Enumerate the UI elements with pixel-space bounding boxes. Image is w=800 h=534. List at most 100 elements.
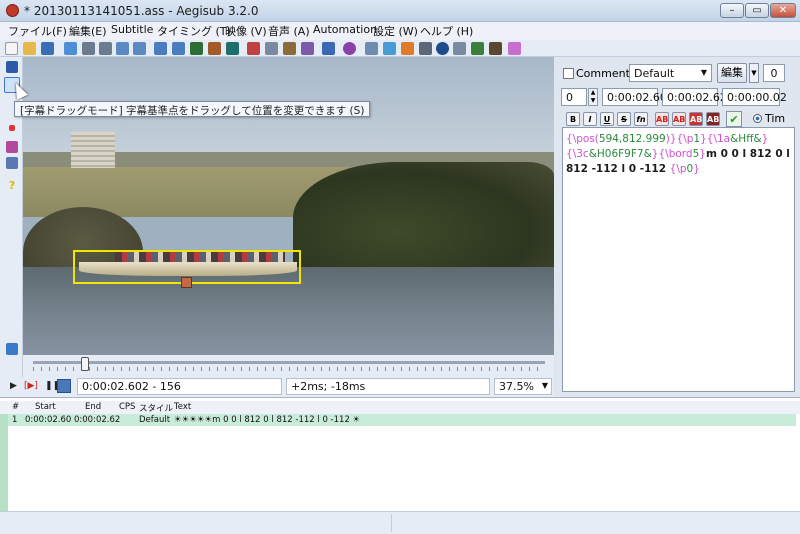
comment-label: Comment bbox=[576, 67, 630, 80]
subtitle-text-part: } bbox=[699, 148, 706, 160]
scale-tool-icon[interactable] bbox=[6, 141, 18, 153]
seek-track bbox=[33, 361, 545, 364]
subtitle-text-part: { bbox=[566, 133, 573, 145]
main-toolbar bbox=[0, 40, 800, 57]
resample-icon[interactable] bbox=[226, 42, 239, 55]
style-dropdown-button[interactable]: ▼ bbox=[749, 63, 759, 83]
chevron-down-icon: ▼ bbox=[700, 68, 707, 77]
shadow-color-button[interactable]: AB bbox=[706, 112, 720, 126]
audio-icon[interactable] bbox=[6, 343, 18, 355]
zoom-select[interactable]: 37.5% ▼ bbox=[494, 378, 552, 395]
stop-icon[interactable] bbox=[419, 42, 432, 55]
time-radio[interactable] bbox=[753, 114, 762, 123]
new-file-icon[interactable] bbox=[5, 42, 18, 55]
spellcheck-icon[interactable] bbox=[247, 42, 260, 55]
maximize-button[interactable]: ▭ bbox=[745, 3, 769, 18]
table-row[interactable]: 1 0:00:02.60 0:00:02.62 Default ☀☀☀☀☀m 0… bbox=[8, 414, 796, 426]
outline-color-button[interactable]: AB bbox=[689, 112, 703, 126]
subtitle-text-part: }{ bbox=[669, 133, 684, 145]
standard-tool-icon[interactable] bbox=[6, 61, 18, 73]
check-list-icon[interactable] bbox=[471, 42, 484, 55]
menu-audio[interactable]: 音声 (A) bbox=[268, 23, 310, 39]
video-details-icon[interactable] bbox=[365, 42, 378, 55]
strikeout-button[interactable]: S bbox=[617, 112, 631, 126]
menu-subtitle[interactable]: Subtitle bbox=[111, 23, 153, 36]
primary-color-button[interactable]: AB bbox=[655, 112, 669, 126]
italic-button[interactable]: I bbox=[583, 112, 597, 126]
automation-icon[interactable] bbox=[301, 42, 314, 55]
close-button[interactable]: ✕ bbox=[770, 3, 796, 18]
autoscroll-icon[interactable] bbox=[57, 379, 71, 393]
properties-icon[interactable] bbox=[172, 42, 185, 55]
duration-field[interactable]: 0:00:00.02 bbox=[722, 88, 787, 106]
bold-button[interactable]: B bbox=[566, 112, 580, 126]
play-line-icon[interactable]: [▶] bbox=[24, 381, 38, 391]
status-pane-right bbox=[394, 514, 798, 532]
col-header-cps: CPS bbox=[119, 402, 136, 412]
font-button[interactable]: fn bbox=[634, 112, 648, 126]
row-indicator-column bbox=[0, 414, 8, 511]
grid-header: # Start End CPS スタイル Text bbox=[0, 401, 800, 414]
menu-automation[interactable]: Automation bbox=[313, 23, 377, 36]
help-question-icon[interactable]: ? bbox=[6, 179, 18, 192]
style-select[interactable]: Default ▼ bbox=[629, 64, 712, 82]
layer-spin-button[interactable]: ▲ ▼ bbox=[588, 88, 598, 106]
open-file-icon[interactable] bbox=[23, 42, 36, 55]
subtitle-text-part: } bbox=[693, 163, 700, 175]
jump-video-icon[interactable] bbox=[64, 42, 77, 55]
row-end: 0:00:02.62 bbox=[74, 415, 121, 425]
subtitle-text-editor[interactable]: {\pos(594,812.999)}{\p1}{\1a&Hff&}{\3c&H… bbox=[562, 127, 795, 392]
menu-timing[interactable]: タイミング (T) bbox=[157, 23, 231, 39]
find-icon[interactable] bbox=[82, 42, 95, 55]
status-bar bbox=[0, 511, 800, 534]
subtitle-text-part: &H06F9F7& bbox=[588, 148, 652, 160]
paste-icon[interactable] bbox=[133, 42, 146, 55]
rotate-z-icon[interactable] bbox=[9, 125, 15, 131]
menu-edit[interactable]: 編集(E) bbox=[69, 23, 107, 39]
playback-controls: ▶ [▶] ❚❚ 0:00:02.602 - 156 +2ms; -18ms 3… bbox=[0, 377, 554, 397]
options-icon[interactable] bbox=[489, 42, 502, 55]
timer-icon[interactable] bbox=[436, 42, 449, 55]
menu-settings[interactable]: 設定 (W) bbox=[373, 23, 418, 39]
seek-thumb[interactable] bbox=[81, 357, 89, 371]
position-anchor-handle[interactable] bbox=[181, 277, 192, 288]
time-frame-display[interactable]: 0:00:02.602 - 156 bbox=[77, 378, 282, 395]
col-header-end: End bbox=[85, 402, 102, 412]
video-seek-bar[interactable] bbox=[23, 355, 554, 377]
menu-video[interactable]: 映像 (V) bbox=[225, 23, 267, 39]
layer-field[interactable]: 0 bbox=[561, 88, 587, 106]
play-icon[interactable]: ▶ bbox=[10, 381, 17, 391]
edit-style-button[interactable]: 編集 bbox=[717, 63, 747, 83]
subtitle-text-part: }{ bbox=[651, 148, 666, 160]
attachments-icon[interactable] bbox=[190, 42, 203, 55]
assistant-icon[interactable] bbox=[401, 42, 414, 55]
copy-icon[interactable] bbox=[116, 42, 129, 55]
subtitle-text-part: }{ bbox=[700, 133, 714, 145]
end-time-field[interactable]: 0:00:02.62 bbox=[662, 88, 727, 106]
secondary-color-button[interactable]: AB bbox=[672, 112, 686, 126]
clip-tool-icon[interactable] bbox=[6, 157, 18, 169]
fonts-collector-icon[interactable] bbox=[208, 42, 221, 55]
save-file-icon[interactable] bbox=[41, 42, 54, 55]
find-replace-icon[interactable] bbox=[99, 42, 112, 55]
help-icon[interactable] bbox=[508, 42, 521, 55]
edit-style-icon[interactable] bbox=[154, 42, 167, 55]
margin-field[interactable]: 0 bbox=[763, 64, 785, 82]
shift-times-icon[interactable] bbox=[265, 42, 278, 55]
commit-check-icon[interactable]: ✔ bbox=[726, 111, 742, 127]
menu-file[interactable]: ファイル(F) bbox=[8, 23, 67, 39]
window-title: * 20130113141051.ass - Aegisub 3.2.0 bbox=[24, 4, 259, 18]
subtitle-text-content: {\pos(594,812.999)}{\p1}{\1a&Hff&}{\3c&H… bbox=[566, 132, 791, 177]
menu-help[interactable]: ヘルプ (H) bbox=[420, 23, 473, 39]
timing-post-processor-icon[interactable] bbox=[283, 42, 296, 55]
dual-view-icon[interactable] bbox=[453, 42, 466, 55]
comment-checkbox[interactable] bbox=[563, 68, 574, 79]
start-time-field[interactable]: 0:00:02.60 bbox=[602, 88, 667, 106]
ruby-icon[interactable] bbox=[322, 42, 335, 55]
underline-button[interactable]: U bbox=[600, 112, 614, 126]
minimize-button[interactable]: – bbox=[720, 3, 744, 18]
status-pane-left bbox=[0, 514, 392, 532]
translation-icon[interactable] bbox=[343, 42, 356, 55]
kanji-timer-icon[interactable] bbox=[383, 42, 396, 55]
row-start: 0:00:02.60 bbox=[25, 415, 72, 425]
